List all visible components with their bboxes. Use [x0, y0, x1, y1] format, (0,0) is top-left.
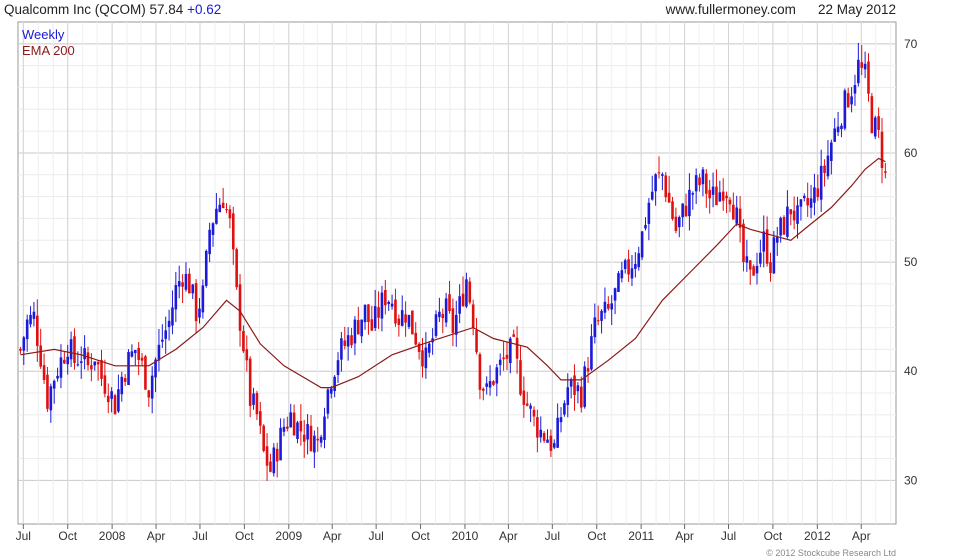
x-tick-label: Apr [499, 529, 518, 543]
x-tick-label: 2012 [804, 529, 831, 543]
x-tick-label: Jul [721, 529, 736, 543]
x-tick-label: 2008 [99, 529, 126, 543]
copyright-notice: © 2012 Stockcube Research Ltd [766, 548, 896, 558]
x-tick-label: Jul [16, 529, 31, 543]
y-tick-label: 40 [904, 364, 918, 378]
x-tick-label: Oct [764, 529, 783, 543]
x-tick-label: Jul [192, 529, 207, 543]
price-chart: 30 40 50 60 70 Jul Oct 2008 Apr Jul Oct 2009 Apr Jul O… [16, 21, 918, 543]
x-tick-label: Jul [368, 529, 383, 543]
x-tick-label: Oct [58, 529, 77, 543]
plot-area [17, 21, 897, 525]
y-tick-label: 50 [904, 255, 918, 269]
x-tick-label: 2010 [452, 529, 479, 543]
x-tick-label: Oct [587, 529, 606, 543]
x-tick-label: 2009 [275, 529, 302, 543]
x-tick-label: 2011 [628, 529, 654, 543]
x-tick-label: Oct [235, 529, 254, 543]
x-tick-label: Apr [675, 529, 694, 543]
y-tick-label: 60 [904, 146, 918, 160]
y-tick-label: 70 [904, 37, 918, 51]
legend-entry: Weekly [22, 27, 65, 42]
x-tick-label: Apr [852, 529, 871, 543]
x-tick-label: Apr [147, 529, 166, 543]
x-tick-label: Jul [545, 529, 560, 543]
y-tick-label: 30 [904, 473, 918, 487]
legend-entry: EMA 200 [22, 43, 75, 58]
x-tick-label: Oct [411, 529, 430, 543]
x-tick-label: Apr [323, 529, 342, 543]
